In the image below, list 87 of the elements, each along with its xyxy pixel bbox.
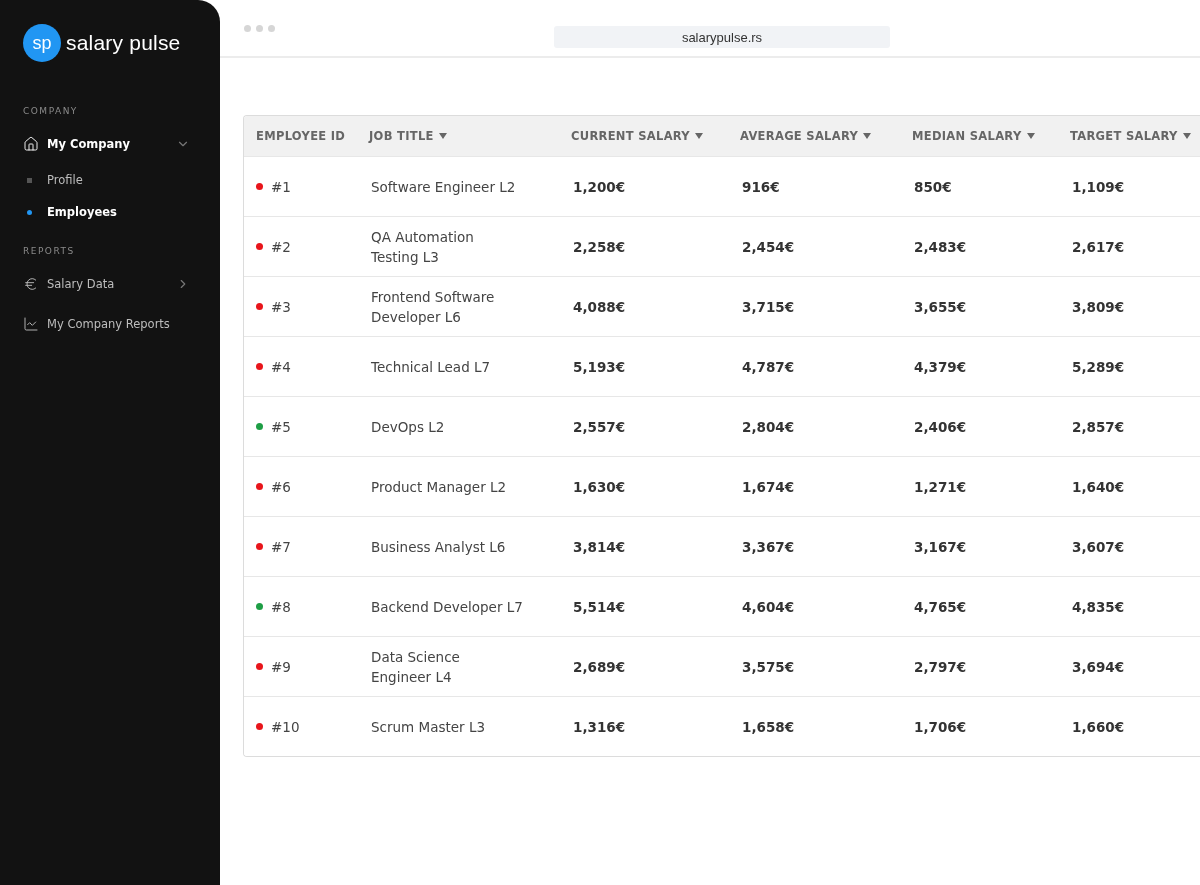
- current-salary: 5,193€: [572, 358, 627, 375]
- job-title: Business Analyst L6: [370, 537, 507, 557]
- section-heading: COMPANY: [23, 106, 79, 116]
- current-salary: 2,557€: [572, 418, 627, 435]
- median-salary: 850€: [913, 178, 953, 195]
- nav-item[interactable]: My Company: [23, 124, 220, 164]
- sort-caret-icon: [695, 133, 703, 139]
- column-header[interactable]: MEDIAN SALARY: [900, 129, 1058, 143]
- current-salary: 1,630€: [572, 478, 627, 495]
- employee-id: #10: [271, 718, 300, 735]
- job-title: Product Manager L2: [370, 477, 508, 497]
- window-dots-icon: [244, 24, 275, 32]
- target-salary: 5,289€: [1071, 358, 1126, 375]
- average-salary: 3,575€: [741, 658, 796, 675]
- target-salary: 3,809€: [1071, 298, 1126, 315]
- average-salary: 4,604€: [741, 598, 796, 615]
- average-salary: 1,658€: [741, 718, 796, 735]
- average-salary: 2,454€: [741, 238, 796, 255]
- job-title: Frontend Software Developer L6: [370, 287, 496, 327]
- target-salary: 1,660€: [1071, 718, 1126, 735]
- target-salary: 2,857€: [1071, 418, 1126, 435]
- sort-caret-icon: [863, 133, 872, 139]
- sort-caret-icon: [1182, 133, 1191, 139]
- nav-subitem-label: Profile: [47, 173, 83, 187]
- target-salary: 2,617€: [1071, 238, 1126, 255]
- column-header[interactable]: TARGET SALARY: [1058, 129, 1200, 143]
- current-salary: 2,689€: [572, 658, 627, 675]
- average-salary: 3,715€: [741, 298, 796, 315]
- median-salary: 2,483€: [913, 238, 968, 255]
- median-salary: 4,379€: [913, 358, 968, 375]
- current-salary: 2,258€: [572, 238, 627, 255]
- average-salary: 1,674€: [741, 478, 796, 495]
- column-header[interactable]: JOB TITLE: [357, 129, 559, 143]
- nav-subitem[interactable]: Employees: [23, 196, 220, 228]
- average-salary: 916€: [741, 178, 781, 195]
- section-heading: REPORTS: [23, 246, 76, 256]
- employee-id: #6: [271, 478, 291, 495]
- employee-id: #5: [271, 418, 291, 435]
- job-title: Backend Developer L7: [370, 597, 524, 617]
- employee-id: #4: [271, 358, 291, 375]
- current-salary: 5,514€: [572, 598, 627, 615]
- employee-id: #8: [271, 598, 291, 615]
- target-salary: 3,607€: [1071, 538, 1126, 555]
- url-field[interactable]: salarypulse.rs: [554, 26, 890, 48]
- euro-icon: [23, 276, 39, 292]
- sort-caret-icon: [1026, 133, 1035, 139]
- employee-id: #3: [271, 298, 291, 315]
- average-salary: 4,787€: [741, 358, 796, 375]
- target-salary: 1,640€: [1071, 478, 1126, 495]
- logo-name: salary pulse: [66, 31, 181, 55]
- median-salary: 3,655€: [913, 298, 968, 315]
- current-salary: 3,814€: [572, 538, 627, 555]
- employee-id: #9: [271, 658, 291, 675]
- sort-caret-icon: [438, 133, 447, 139]
- median-salary: 1,271€: [913, 478, 968, 495]
- target-salary: 3,694€: [1071, 658, 1126, 675]
- employee-id: #7: [271, 538, 291, 555]
- line-chart-icon: [23, 316, 39, 332]
- column-header[interactable]: AVERAGE SALARY: [728, 129, 900, 143]
- current-salary: 4,088€: [572, 298, 627, 315]
- average-salary: 2,804€: [741, 418, 796, 435]
- logo-mark: sp: [23, 24, 61, 62]
- median-salary: 1,706€: [913, 718, 968, 735]
- average-salary: 3,367€: [741, 538, 796, 555]
- job-title: Scrum Master L3: [370, 717, 487, 737]
- job-title: QA Automation Testing L3: [370, 227, 475, 267]
- job-title: Software Engineer L2: [370, 177, 517, 197]
- median-salary: 2,797€: [913, 658, 968, 675]
- median-salary: 3,167€: [913, 538, 968, 555]
- median-salary: 4,765€: [913, 598, 968, 615]
- employee-id: #2: [271, 238, 291, 255]
- job-title: Technical Lead L7: [370, 357, 492, 377]
- job-title: DevOps L2: [370, 417, 446, 437]
- nav-item[interactable]: My Company Reports: [23, 304, 220, 344]
- home-icon: [23, 136, 39, 152]
- column-header[interactable]: CURRENT SALARY: [559, 129, 728, 143]
- employee-id: #1: [271, 178, 291, 195]
- nav-item[interactable]: Salary Data: [23, 264, 220, 304]
- current-salary: 1,200€: [572, 178, 627, 195]
- median-salary: 2,406€: [913, 418, 968, 435]
- target-salary: 4,835€: [1071, 598, 1126, 615]
- target-salary: 1,109€: [1071, 178, 1126, 195]
- job-title: Data Science Engineer L4: [370, 647, 461, 687]
- column-header: EMPLOYEE ID: [255, 129, 347, 143]
- nav-subitem[interactable]: Profile: [23, 164, 220, 196]
- nav-subitem-label: Employees: [47, 205, 117, 219]
- current-salary: 1,316€: [572, 718, 627, 735]
